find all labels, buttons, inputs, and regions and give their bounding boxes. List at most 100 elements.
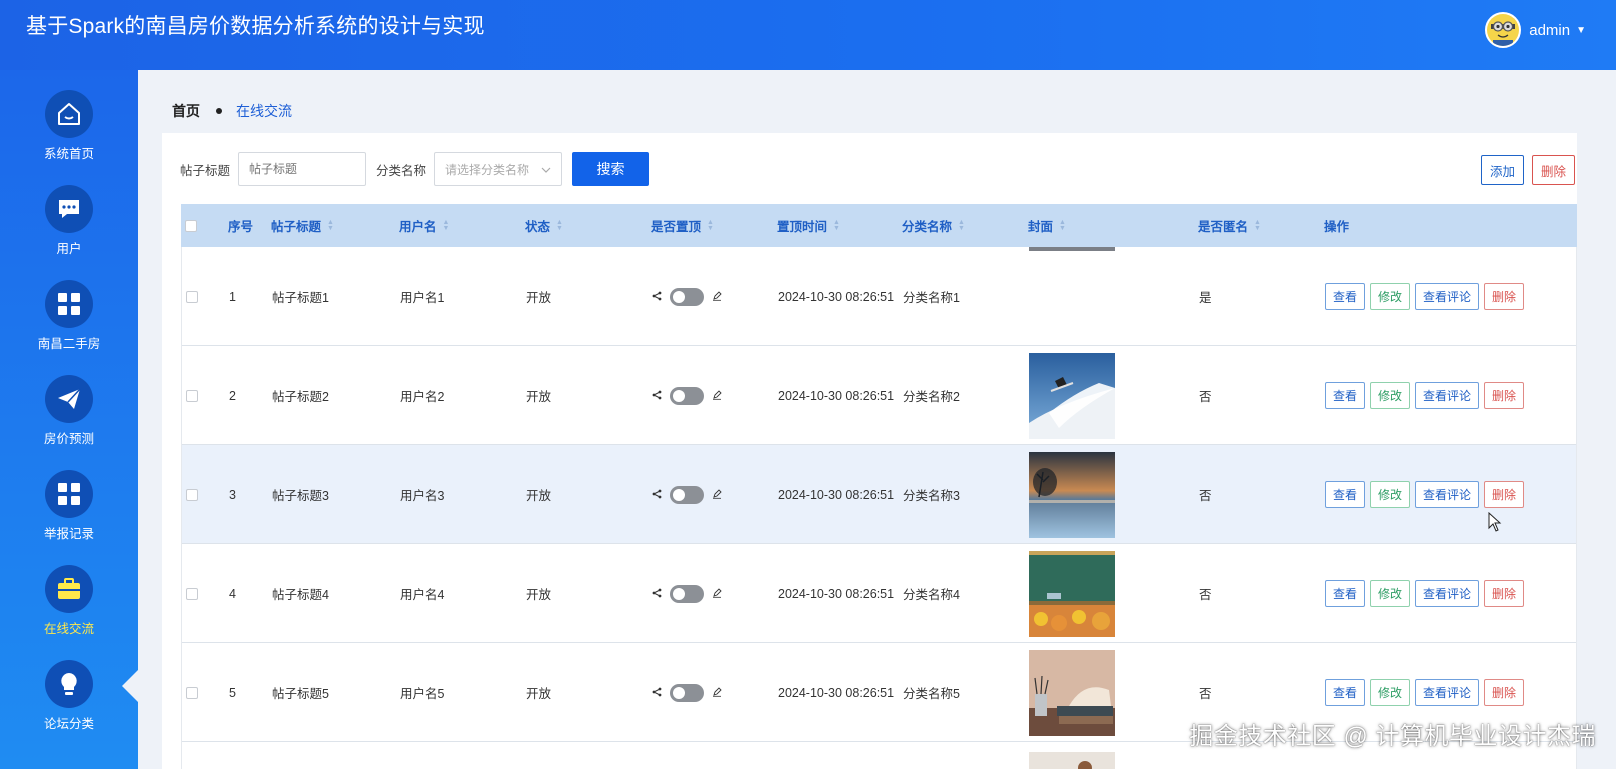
sidebar-item-users[interactable]: 用户 bbox=[0, 185, 138, 277]
cell-anonymous: 否 bbox=[1199, 390, 1212, 404]
row-delete-button[interactable]: 删除 bbox=[1484, 679, 1525, 706]
sidebar-item-second-hand-houses[interactable]: 南昌二手房 bbox=[0, 280, 138, 372]
share-icon[interactable] bbox=[652, 290, 662, 304]
posts-table: 序号 帖子标题 ▲ ▼ 用户名 ▲ ▼ 状态 ▲ ▼ 是否置顶 ▲ ▼ 置顶时间 ▲ ▼ 分类名称 ▲… bbox=[181, 204, 1577, 769]
sidebar-item-label: 系统首页 bbox=[43, 147, 94, 161]
cell-status: 开放 bbox=[526, 687, 552, 701]
view-comments-button[interactable]: 查看评论 bbox=[1415, 283, 1480, 310]
sort-icon[interactable]: ▲ ▼ bbox=[833, 219, 840, 232]
share-icon[interactable] bbox=[652, 686, 662, 700]
edit-pen-icon[interactable] bbox=[712, 686, 722, 700]
edit-pen-icon[interactable] bbox=[712, 389, 722, 403]
row-checkbox[interactable] bbox=[186, 445, 198, 544]
cell-anonymous: 否 bbox=[1199, 489, 1212, 503]
username[interactable]: admin bbox=[1529, 22, 1570, 39]
pinned-toggle[interactable] bbox=[670, 287, 704, 306]
cell-pin-time: 2024-10-30 08:26:51 bbox=[778, 388, 895, 403]
avatar[interactable] bbox=[1485, 12, 1522, 48]
sort-icon[interactable]: ▲ ▼ bbox=[556, 219, 563, 232]
edit-button[interactable]: 修改 bbox=[1370, 481, 1411, 508]
row-checkbox[interactable] bbox=[186, 544, 198, 643]
sort-icon[interactable]: ▲ ▼ bbox=[707, 219, 714, 232]
share-icon[interactable] bbox=[652, 488, 662, 502]
sidebar-item-forum-categories[interactable]: 论坛分类 bbox=[0, 660, 138, 752]
sidebar-item-price-prediction[interactable]: 房价预测 bbox=[0, 375, 138, 467]
breadcrumb-home[interactable]: 首页 bbox=[172, 101, 200, 121]
edit-button[interactable]: 修改 bbox=[1370, 580, 1411, 607]
sidebar-item-online-forum[interactable]: 在线交流 bbox=[0, 565, 138, 657]
edit-pen-icon[interactable] bbox=[712, 290, 722, 304]
add-button[interactable]: 添加 bbox=[1480, 155, 1524, 185]
header-category[interactable]: 分类名称 ▲ ▼ bbox=[902, 204, 965, 247]
cell-category: 分类名称2 bbox=[903, 390, 960, 404]
sidebar-item-label: 在线交流 bbox=[43, 622, 94, 636]
cell-status: 开放 bbox=[526, 291, 552, 305]
cell-anonymous: 否 bbox=[1199, 588, 1212, 602]
header-username[interactable]: 用户名 ▲ ▼ bbox=[399, 204, 449, 247]
view-button[interactable]: 查看 bbox=[1325, 580, 1366, 607]
view-button[interactable]: 查看 bbox=[1325, 679, 1366, 706]
view-comments-button[interactable]: 查看评论 bbox=[1415, 679, 1480, 706]
grid-icon bbox=[45, 470, 93, 518]
sort-icon[interactable]: ▲ ▼ bbox=[1059, 219, 1066, 232]
header-cover[interactable]: 封面 ▲ ▼ bbox=[1028, 204, 1066, 247]
view-button[interactable]: 查看 bbox=[1325, 382, 1366, 409]
sidebar-item-label: 南昌二手房 bbox=[37, 337, 101, 351]
edit-button[interactable]: 修改 bbox=[1370, 679, 1411, 706]
category-filter-label: 分类名称 bbox=[376, 163, 427, 178]
edit-pen-icon[interactable] bbox=[712, 587, 722, 601]
category-select-placeholder: 请选择分类名称 bbox=[445, 162, 530, 177]
chevron-down-icon[interactable]: ▼ bbox=[1576, 25, 1586, 36]
sort-icon[interactable]: ▲ ▼ bbox=[443, 219, 450, 232]
active-indicator bbox=[122, 669, 139, 703]
view-button[interactable]: 查看 bbox=[1325, 481, 1366, 508]
header-pin-time[interactable]: 置顶时间 ▲ ▼ bbox=[777, 204, 840, 247]
row-delete-button[interactable]: 删除 bbox=[1484, 481, 1525, 508]
header-pinned[interactable]: 是否置顶 ▲ ▼ bbox=[651, 204, 714, 247]
edit-button[interactable]: 修改 bbox=[1370, 382, 1411, 409]
sidebar-item-home[interactable]: 系统首页 bbox=[0, 90, 138, 182]
sort-icon[interactable]: ▲ ▼ bbox=[958, 219, 965, 232]
sort-icon[interactable]: ▲ ▼ bbox=[327, 219, 334, 232]
cover-image bbox=[1029, 451, 1115, 538]
sidebar-item-reports[interactable]: 举报记录 bbox=[0, 470, 138, 562]
sidebar-item-label: 举报记录 bbox=[43, 527, 94, 541]
select-all-checkbox[interactable] bbox=[185, 204, 197, 247]
cell-category: 分类名称5 bbox=[903, 687, 960, 701]
view-comments-button[interactable]: 查看评论 bbox=[1415, 481, 1480, 508]
cell-pin-time: 2024-10-30 08:26:51 bbox=[778, 685, 895, 700]
edit-button[interactable]: 修改 bbox=[1370, 283, 1411, 310]
share-icon[interactable] bbox=[652, 587, 662, 601]
cover-image bbox=[1029, 247, 1115, 251]
cell-pinned bbox=[652, 247, 722, 346]
search-button[interactable]: 搜索 bbox=[572, 152, 650, 186]
row-checkbox[interactable] bbox=[186, 346, 198, 445]
pinned-toggle[interactable] bbox=[670, 386, 704, 405]
cell-pinned bbox=[652, 643, 722, 742]
row-delete-button[interactable]: 删除 bbox=[1484, 382, 1525, 409]
category-select[interactable]: 请选择分类名称 bbox=[434, 152, 563, 186]
row-checkbox[interactable] bbox=[186, 247, 198, 346]
delete-button[interactable]: 删除 bbox=[1531, 155, 1575, 185]
user-menu[interactable]: admin ▼ bbox=[1485, 12, 1586, 48]
view-button[interactable]: 查看 bbox=[1325, 283, 1366, 310]
header-actions: 操作 bbox=[1324, 220, 1350, 234]
title-filter-input[interactable] bbox=[238, 152, 367, 186]
edit-pen-icon[interactable] bbox=[712, 488, 722, 502]
row-checkbox[interactable] bbox=[186, 643, 198, 742]
view-comments-button[interactable]: 查看评论 bbox=[1415, 580, 1480, 607]
cell-index: 5 bbox=[229, 685, 236, 700]
row-delete-button[interactable]: 删除 bbox=[1484, 283, 1525, 310]
view-comments-button[interactable]: 查看评论 bbox=[1415, 382, 1480, 409]
cell-category: 分类名称3 bbox=[903, 489, 960, 503]
header-anonymous[interactable]: 是否匿名 ▲ ▼ bbox=[1198, 204, 1261, 247]
pinned-toggle[interactable] bbox=[670, 485, 704, 504]
header-title[interactable]: 帖子标题 ▲ ▼ bbox=[271, 204, 334, 247]
sort-icon[interactable]: ▲ ▼ bbox=[1254, 219, 1261, 232]
row-delete-button[interactable]: 删除 bbox=[1484, 580, 1525, 607]
pinned-toggle[interactable] bbox=[670, 683, 704, 702]
share-icon[interactable] bbox=[652, 389, 662, 403]
pinned-toggle[interactable] bbox=[670, 584, 704, 603]
cell-anonymous: 是 bbox=[1199, 291, 1212, 305]
header-status[interactable]: 状态 ▲ ▼ bbox=[525, 204, 563, 247]
